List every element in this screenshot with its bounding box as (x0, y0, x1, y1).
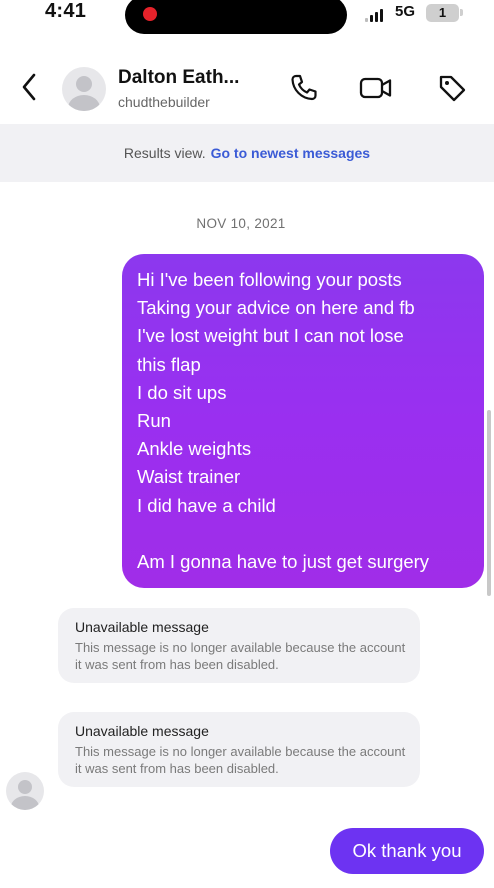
video-camera-icon (359, 77, 392, 99)
status-bar: 4:41 5G 1 (0, 0, 494, 36)
signal-icon (365, 8, 387, 22)
contact-name[interactable]: Dalton Eath... (118, 67, 239, 89)
battery-icon: 1 (426, 4, 459, 22)
unavailable-message-title: Unavailable message (75, 619, 209, 635)
message-line: Hi I've been following your posts (137, 269, 402, 290)
unavailable-message-title: Unavailable message (75, 723, 209, 739)
back-arrow-icon (22, 73, 36, 101)
received-message-bubble[interactable]: Unavailable message This message is no l… (58, 712, 420, 787)
tag-icon (439, 75, 466, 102)
avatar[interactable] (62, 67, 106, 111)
message-line: I did have a child (137, 494, 276, 516)
message-line: Ankle weights (137, 438, 252, 460)
message-line: Am I gonna have to just get surgery (137, 551, 430, 573)
date-separator: NOV 10, 2021 (196, 216, 286, 231)
unavailable-message-body: This message is no longer available beca… (75, 744, 406, 776)
results-banner: Results view. Go to newest messages (0, 124, 494, 182)
sender-avatar (6, 772, 44, 810)
battery-tip (460, 9, 463, 16)
go-to-newest-link[interactable]: Go to newest messages (211, 145, 371, 161)
status-time: 4:41 (45, 0, 87, 22)
recording-indicator-icon (143, 7, 157, 21)
received-message-bubble[interactable]: Unavailable message This message is no l… (58, 608, 420, 683)
message-line: I do sit ups (137, 381, 227, 403)
message-line: Waist trainer (137, 466, 241, 488)
message-line (137, 520, 470, 548)
contact-handle: chudthebuilder (118, 94, 210, 110)
phone-icon (291, 74, 317, 101)
video-call-button[interactable] (358, 70, 394, 106)
dynamic-island (125, 0, 347, 34)
scrollbar[interactable] (487, 410, 491, 596)
sent-message-bubble[interactable]: Hi I've been following your posts Taking… (122, 254, 484, 588)
tag-button[interactable] (434, 70, 470, 106)
message-line: Run (137, 410, 171, 432)
message-line: this flap (137, 353, 201, 375)
sent-reply-bubble[interactable]: Ok thank you (330, 828, 484, 874)
call-button[interactable] (286, 70, 322, 106)
message-line: Taking your advice on here and fb (137, 297, 415, 319)
unavailable-message-body: This message is no longer available beca… (75, 640, 406, 672)
network-type: 5G (395, 3, 416, 20)
chat-header: Dalton Eath... chudthebuilder (0, 52, 494, 122)
results-view-text: Results view. (123, 145, 206, 161)
back-button[interactable] (14, 70, 44, 104)
message-line: I've lost weight but I can not lose (137, 325, 404, 347)
